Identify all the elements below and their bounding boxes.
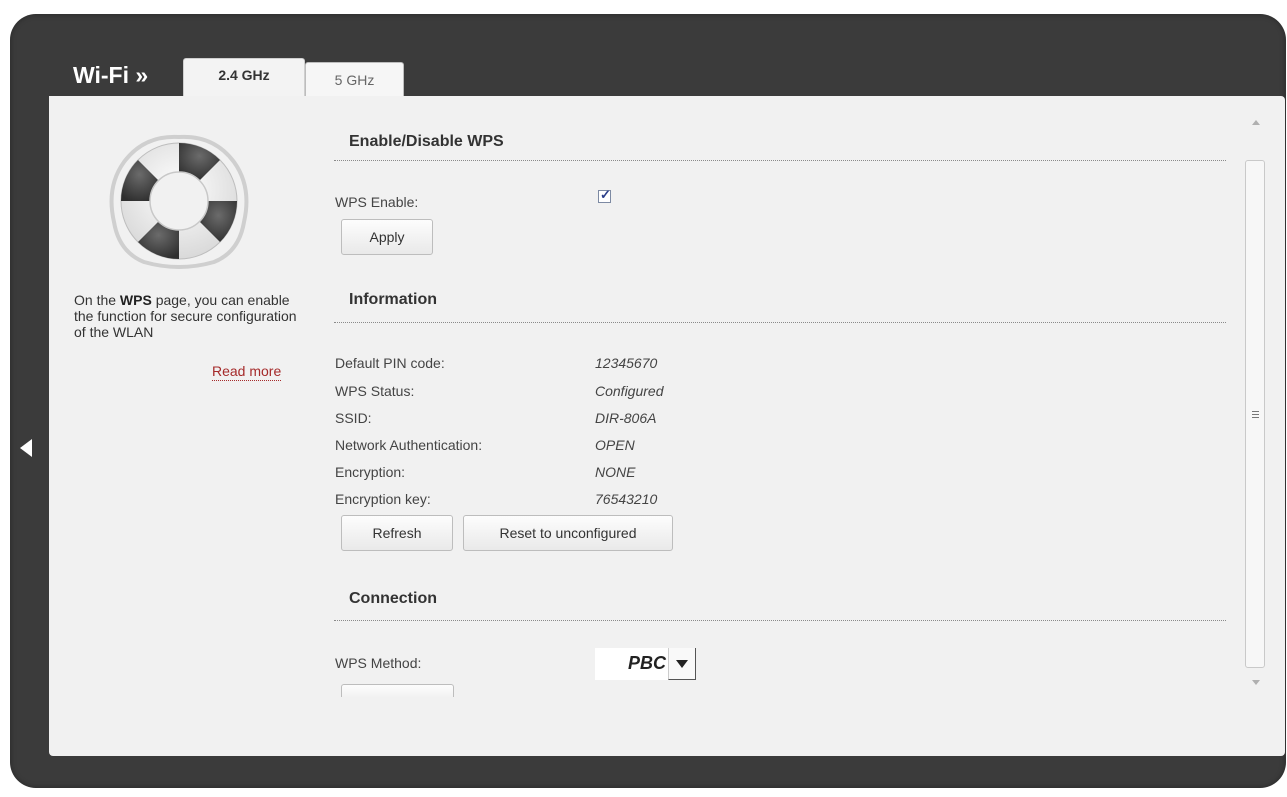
scroll-down-arrow-icon[interactable] [1252,680,1260,685]
partial-button[interactable] [341,684,454,697]
checkmark-icon: ✓ [600,187,611,202]
chevron-down-icon [668,648,696,680]
scrollbar-thumb[interactable] [1245,160,1265,668]
section-title-information: Information [349,291,437,308]
scrollbar[interactable] [1242,108,1270,698]
info-value-ssid: DIR-806A [595,410,657,426]
info-label-encryption-key: Encryption key: [335,491,431,507]
info-value-network-auth: OPEN [595,437,635,453]
info-value-wps-status: Configured [595,383,664,399]
wps-enable-label: WPS Enable: [335,194,419,210]
wps-method-value: PBC [627,653,666,673]
info-label-ssid: SSID: [335,410,372,426]
section-title-connection: Connection [349,590,437,607]
info-label-encryption: Encryption: [335,464,406,480]
info-value-default-pin: 12345670 [595,355,658,371]
apply-button[interactable]: Apply [341,219,433,255]
info-label-wps-status: WPS Status: [335,383,415,399]
divider [334,620,1226,621]
content-scroll-area: Enable/Disable WPS WPS Enable: ✓ Apply I… [0,0,1287,697]
wps-method-label: WPS Method: [335,655,422,671]
info-label-default-pin: Default PIN code: [335,355,445,371]
scroll-up-arrow-icon[interactable] [1252,120,1260,125]
section-title-enable-wps: Enable/Disable WPS [349,133,504,150]
wps-enable-checkbox[interactable]: ✓ [598,187,611,203]
grip-icon [1252,411,1259,420]
reset-to-unconfigured-button[interactable]: Reset to unconfigured [463,515,673,551]
divider [334,322,1226,323]
info-value-encryption: NONE [595,464,636,480]
info-value-encryption-key: 76543210 [595,491,658,507]
divider [334,160,1226,161]
refresh-button[interactable]: Refresh [341,515,453,551]
wps-method-select[interactable]: PBC [595,648,696,680]
info-label-network-auth: Network Authentication: [335,437,483,453]
